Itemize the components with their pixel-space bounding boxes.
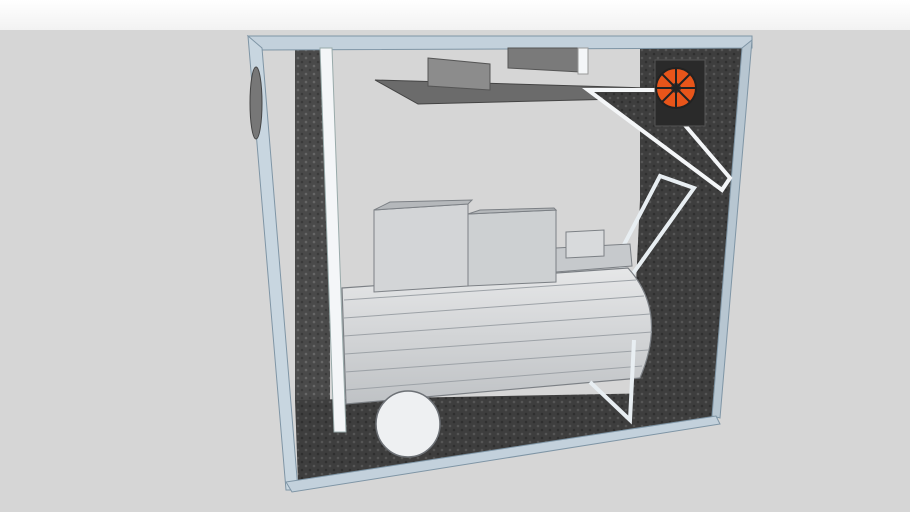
shelf-riser xyxy=(507,47,581,73)
floor-foam-panel xyxy=(295,392,716,482)
model-render xyxy=(246,34,753,493)
vent-grille-icon xyxy=(249,66,263,140)
fan-icon xyxy=(654,59,706,127)
shelf-block xyxy=(427,57,491,91)
wheel-icon xyxy=(375,390,441,458)
riser-white-post xyxy=(577,47,589,75)
pressure-switch-box xyxy=(565,229,605,259)
